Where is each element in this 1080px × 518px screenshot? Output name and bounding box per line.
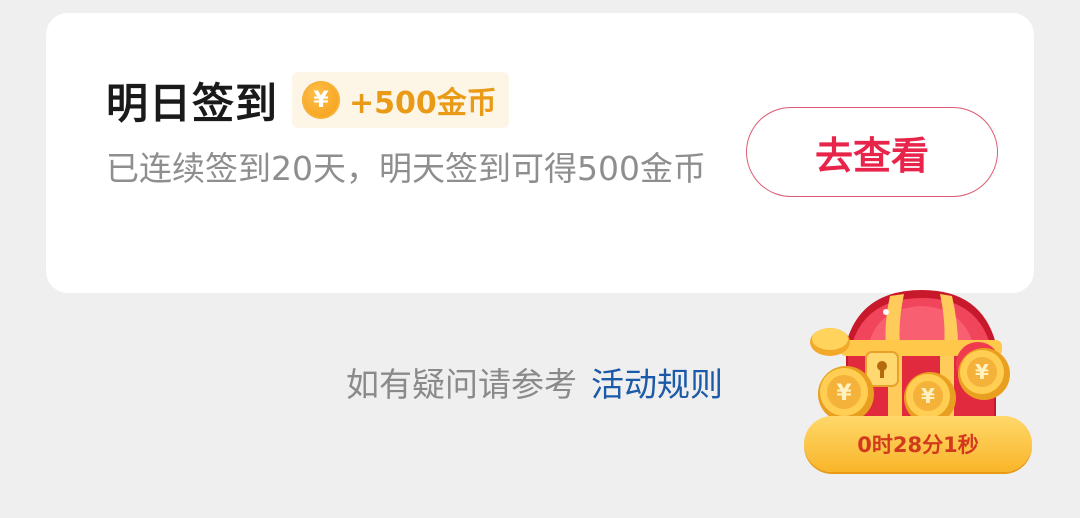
rules-link[interactable]: 活动规则 bbox=[591, 358, 723, 406]
coin-icon: ¥ bbox=[302, 81, 341, 119]
help-line: 如有疑问请参考 活动规则 bbox=[346, 362, 723, 404]
card-title: 明日签到 bbox=[106, 78, 279, 128]
help-text: 如有疑问请参考 bbox=[346, 365, 577, 404]
reward-amount: +500金币 bbox=[349, 86, 497, 121]
coin-symbol-right: ¥ bbox=[975, 360, 989, 384]
coin-symbol-middle: ¥ bbox=[921, 384, 935, 408]
treasure-chest-widget[interactable]: ¥ ¥ ¥ 0时28分1秒 bbox=[800, 282, 1040, 478]
coin-symbol-left: ¥ bbox=[836, 381, 852, 406]
countdown-timer: 0时28分1秒 bbox=[804, 416, 1032, 472]
view-button[interactable]: 去查看 bbox=[746, 107, 998, 197]
checkin-card: 明日签到 ¥ +500金币 已连续签到20天，明天签到可得500金币 去查看 bbox=[46, 13, 1034, 293]
title-row: 明日签到 ¥ +500金币 bbox=[106, 71, 509, 129]
reward-badge: ¥ +500金币 bbox=[292, 72, 509, 128]
checkin-description: 已连续签到20天，明天签到可得500金币 bbox=[106, 149, 706, 188]
